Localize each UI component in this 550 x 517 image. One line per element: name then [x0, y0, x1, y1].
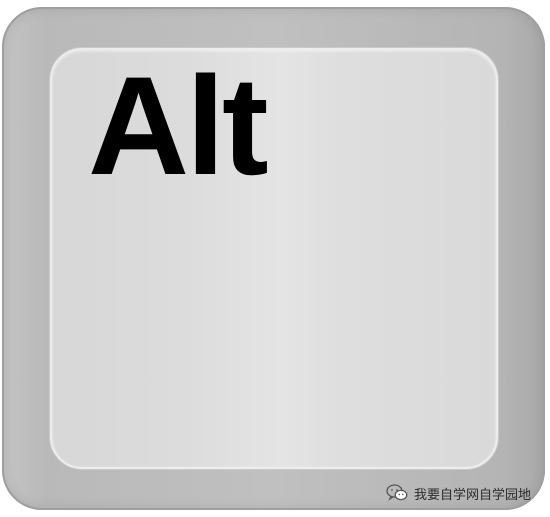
alt-key-face: Alt — [50, 48, 498, 469]
watermark: 我要自学网自学园地 — [386, 482, 531, 504]
wechat-icon — [386, 484, 408, 501]
alt-keycap: Alt — [2, 7, 545, 510]
watermark-text: 我要自学网自学园地 — [414, 487, 532, 503]
alt-key-label: Alt — [88, 47, 269, 204]
image-canvas: Alt 我要自学网自学园地 — [0, 0, 550, 517]
